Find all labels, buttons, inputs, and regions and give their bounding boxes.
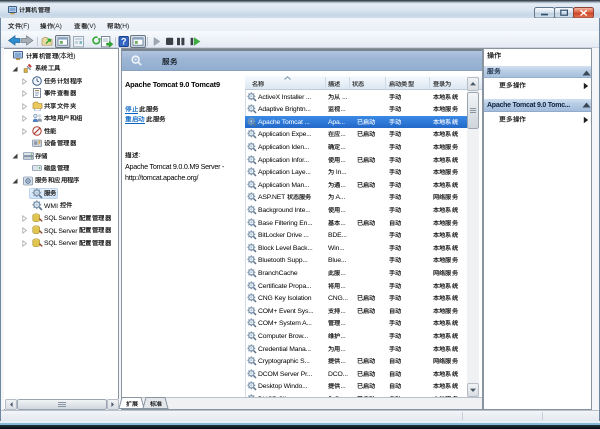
svg-text:?: ?	[121, 36, 127, 46]
